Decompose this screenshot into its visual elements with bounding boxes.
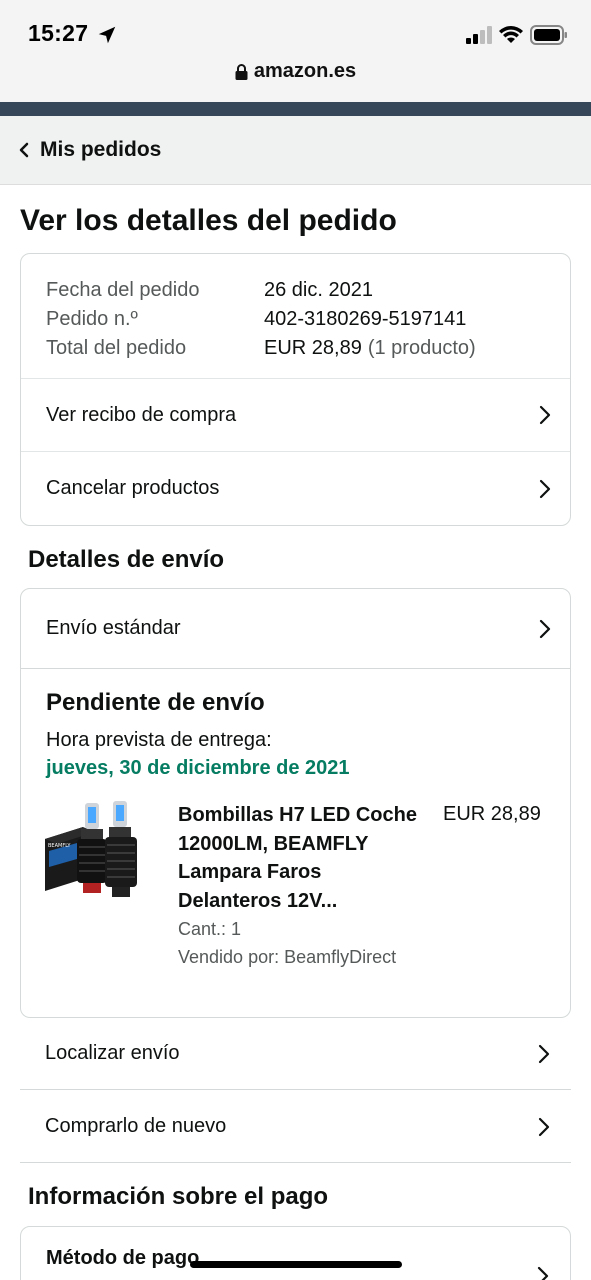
chevron-right-icon xyxy=(539,619,551,638)
track-shipment-label: Localizar envío xyxy=(45,1042,180,1064)
order-total-label: Total del pedido xyxy=(46,337,187,359)
order-summary-card: Fecha del pedido 26 dic. 2021 Pedido n.º… xyxy=(20,253,571,526)
cancel-items-label: Cancelar productos xyxy=(46,477,220,499)
url-bar[interactable]: amazon.es xyxy=(0,60,591,85)
view-receipt-label: Ver recibo de compra xyxy=(46,403,237,426)
order-date-value: 26 dic. 2021 xyxy=(264,279,373,301)
buy-again-row[interactable]: Comprarlo de nuevo xyxy=(20,1091,571,1163)
order-number-label: Pedido n.º xyxy=(46,308,138,330)
nav-strip xyxy=(0,102,591,116)
signal-icon xyxy=(466,26,492,44)
back-link-mis-pedidos[interactable]: Mis pedidos xyxy=(40,138,161,162)
page-title: Ver los detalles del pedido xyxy=(20,204,397,237)
led-bulbs-product-image[interactable]: BEAMFLY xyxy=(43,799,155,911)
view-receipt-row[interactable]: Ver recibo de compra xyxy=(21,378,570,451)
lock-icon xyxy=(235,63,248,80)
url-text: amazon.es xyxy=(253,60,357,82)
shipping-status: Pendiente de envío xyxy=(46,689,265,716)
eta-date[interactable]: jueves, 30 de diciembre de 2021 xyxy=(46,757,350,780)
payment-card[interactable]: Método de pago xyxy=(20,1226,571,1280)
box-brand-text: BEAMFLY xyxy=(48,843,71,849)
home-indicator[interactable] xyxy=(190,1261,402,1268)
shipping-method-row[interactable]: Envío estándar xyxy=(21,589,570,669)
order-item-count: (1 producto) xyxy=(367,337,476,359)
order-date-label: Fecha del pedido xyxy=(46,279,200,301)
product-price: EUR 28,89 xyxy=(443,803,541,825)
cancel-items-row[interactable]: Cancelar productos xyxy=(21,451,570,525)
track-shipment-row[interactable]: Localizar envío xyxy=(20,1018,571,1090)
shipping-card: Envío estándar Pendiente de envío Hora p… xyxy=(20,588,571,1018)
product-title[interactable]: Bombillas H7 LED Coche 12000LM, BEAMFLY … xyxy=(178,801,428,915)
payment-method-label: Método de pago xyxy=(46,1247,200,1269)
browser-chrome: 15:27 amazon.es xyxy=(0,0,591,102)
chevron-right-icon xyxy=(538,1044,550,1063)
order-total-row: Total del pedido EUR 28,89 (1 producto) xyxy=(46,334,476,363)
order-date-row: Fecha del pedido 26 dic. 2021 xyxy=(46,276,476,305)
product-seller: Vendido por: BeamflyDirect xyxy=(178,947,397,967)
payment-section-title: Información sobre el pago xyxy=(28,1183,329,1210)
shipping-method-label: Envío estándar xyxy=(46,617,181,639)
wifi-icon xyxy=(499,26,523,43)
order-total-value: EUR 28,89 xyxy=(264,337,362,359)
location-arrow-icon xyxy=(98,26,116,44)
chevron-right-icon xyxy=(538,1117,550,1136)
chevron-left-icon xyxy=(19,142,29,158)
chevron-right-icon xyxy=(539,405,551,425)
chevron-right-icon xyxy=(537,1266,549,1280)
chevron-right-icon xyxy=(539,479,551,498)
order-number-row: Pedido n.º 402-3180269-5197141 xyxy=(46,305,476,334)
order-summary-grid: Fecha del pedido 26 dic. 2021 Pedido n.º… xyxy=(46,276,476,363)
order-number-value: 402-3180269-5197141 xyxy=(264,308,467,330)
status-time: 15:27 xyxy=(28,20,89,46)
shipping-section-title: Detalles de envío xyxy=(28,546,225,573)
eta-label: Hora prevista de entrega: xyxy=(46,729,272,751)
battery-icon xyxy=(530,25,567,45)
breadcrumb[interactable]: Mis pedidos xyxy=(0,116,591,185)
buy-again-label: Comprarlo de nuevo xyxy=(45,1115,227,1137)
product-quantity: Cant.: 1 xyxy=(178,919,242,939)
